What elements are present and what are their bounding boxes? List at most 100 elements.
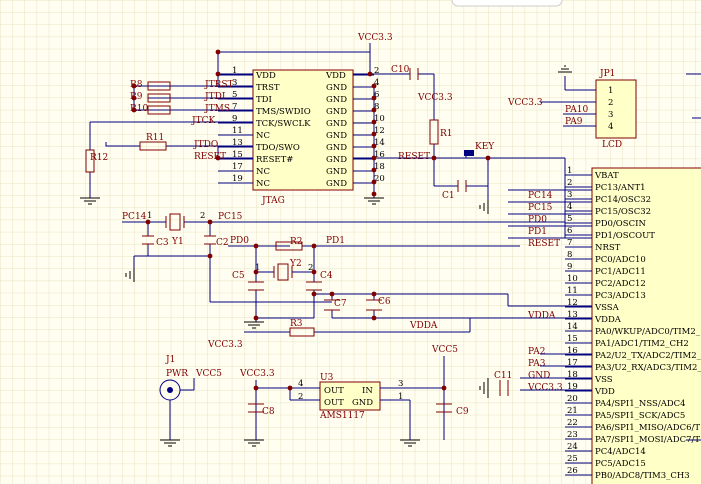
jtag-right-pin-name: GND: [326, 155, 347, 165]
svg-text:R3: R3: [290, 319, 303, 329]
jtag-right-pin-name: GND: [326, 167, 347, 177]
mcu-pin-name: VBAT: [594, 171, 619, 181]
svg-text:C10: C10: [391, 65, 410, 75]
mcu-pin-num: 24: [567, 442, 578, 452]
svg-text:LCD: LCD: [602, 140, 622, 150]
mcu-pin-name: PA4/SPI1_NSS/ADC4: [595, 399, 686, 409]
svg-text:PWR: PWR: [166, 369, 188, 379]
jtag-left-pin-name: VDD: [255, 71, 276, 81]
junction-dot: [311, 291, 317, 297]
jtag-right-pin-name: GND: [326, 143, 347, 153]
junction-dot: [253, 243, 259, 249]
jtag-left-pin-num: 17: [232, 162, 243, 172]
svg-text:R2: R2: [290, 237, 303, 247]
svg-text:VCC3.3: VCC3.3: [507, 98, 543, 108]
mcu-pin-num: 21: [567, 406, 578, 416]
svg-text:C8: C8: [262, 407, 275, 417]
junction-dot: [253, 315, 259, 321]
svg-text:R1: R1: [440, 129, 453, 139]
net-vcc33-r1: VCC3.3: [417, 93, 453, 103]
mcu-pin-name: PC13/ANT1: [595, 183, 646, 193]
jtag-left-pin-name: TMS/SWDIO: [256, 107, 311, 117]
mcu-pin-num: 11: [567, 286, 578, 296]
mcu-pin-num: 26: [567, 466, 578, 476]
svg-text:C5: C5: [232, 271, 245, 281]
net-jtdi: JTDI: [204, 92, 226, 102]
mcu-pin-name: PA1/ADC1/TIM2_CH2: [595, 339, 689, 349]
svg-text:1: 1: [147, 211, 152, 221]
jtag-right-pin-name: GND: [326, 107, 347, 117]
mcu-pin-net: VCC3.3: [527, 383, 563, 393]
junction-dot: [215, 49, 221, 55]
mcu-pin-num: 15: [567, 334, 578, 344]
junction-dot: [311, 243, 317, 249]
junction-dot: [253, 269, 259, 275]
svg-text:VCC5: VCC5: [195, 369, 222, 379]
mcu-pin-num: 25: [567, 454, 578, 464]
mcu-pin-name: VDDA: [594, 315, 622, 325]
jtag-ref: JTAG: [261, 196, 285, 206]
junction-dot: [131, 107, 137, 113]
svg-text:VCC3.3: VCC3.3: [239, 369, 275, 379]
junction-dot: [371, 143, 377, 149]
junction-dot: [371, 191, 377, 197]
mcu-pin-num: 20: [567, 394, 578, 404]
svg-text:KEY: KEY: [475, 142, 495, 152]
svg-text:C11: C11: [494, 371, 512, 381]
jtag-left-pin-name: NC: [256, 179, 270, 189]
mcu-pin-name: PA7/SPI1_MOSI/ADC7/T: [595, 435, 700, 445]
svg-text:VCC5: VCC5: [431, 345, 458, 355]
mcu-pin-num: 10: [567, 274, 578, 284]
junction-dot: [371, 119, 377, 125]
junction-dot: [215, 71, 221, 77]
jtag-right-pin-name: VDD: [325, 71, 346, 81]
junction-dot: [253, 385, 259, 391]
svg-text:PC15: PC15: [218, 212, 243, 222]
junction-dot: [329, 291, 335, 297]
svg-text:U3: U3: [320, 373, 334, 383]
svg-text:OUT: OUT: [324, 398, 344, 408]
mcu-pin-net: PD1: [528, 227, 547, 237]
mcu-pin-name: PA5/SPI1_SCK/ADC5: [595, 411, 685, 421]
mcu-pin-name: PC4/ADC14: [595, 447, 646, 457]
mcu-pin-num: 2: [567, 178, 572, 188]
mcu-pin-net: RESET: [528, 239, 560, 249]
jtag-right-pin-name: GND: [326, 131, 347, 141]
junction-dot: [207, 253, 213, 259]
schematic-canvas: 1 VDD 3 TRST 5 TDI 7 TMS/SWDIO 9 TCK/SWCLK 11 NC 1 3 T…: [0, 0, 701, 484]
svg-text:4: 4: [608, 122, 613, 132]
junction-dot: [371, 179, 377, 185]
mcu-pin-net: VDDA: [527, 311, 556, 321]
jtag-left-pin-name: TRST: [256, 83, 280, 93]
svg-text:2: 2: [200, 211, 205, 221]
mcu-pin-name: VSSA: [594, 303, 620, 313]
junction-dot: [371, 95, 377, 101]
mcu-pin-name: PA6/SPI1_MISO/ADC6/T: [595, 423, 700, 433]
junction-dot: [371, 167, 377, 173]
mcu-pin-name: PC15/OSC32: [595, 207, 651, 217]
svg-text:GND: GND: [352, 398, 373, 408]
mcu-pin-net: PA3: [528, 359, 546, 369]
mcu-pin-name: PA3/U2_RX/ADC3/TIM2_: [595, 363, 701, 373]
mcu-pin-name: PA2/U2_TX/ADC2/TIM2_: [595, 351, 701, 361]
svg-text:3: 3: [608, 110, 613, 120]
mcu-pin-net: PC15: [528, 203, 553, 213]
junction-dot: [367, 71, 373, 77]
junction-dot: [485, 155, 491, 161]
mcu-pin-net: GND: [528, 371, 550, 381]
junction-dot: [371, 83, 377, 89]
svg-text:R11: R11: [146, 133, 164, 143]
mcu-pin-name: PC3/ADC13: [595, 291, 646, 301]
jtag-left-pin-name: NC: [256, 131, 270, 141]
jtag-left-pin-num: 19: [232, 174, 243, 184]
mcu-pin-name: PC1/ADC11: [595, 267, 646, 277]
svg-text:C7: C7: [334, 299, 347, 309]
svg-text:C9: C9: [456, 407, 469, 417]
svg-text:Y2: Y2: [289, 259, 302, 269]
junction-dot: [431, 155, 437, 161]
mcu-pin-num: 3: [567, 190, 572, 200]
mcu-pin-num: 1: [567, 166, 572, 176]
mcu-pin-num: 23: [567, 430, 578, 440]
jtag-right-pin-name: GND: [326, 95, 347, 105]
junction-dot: [371, 131, 377, 137]
